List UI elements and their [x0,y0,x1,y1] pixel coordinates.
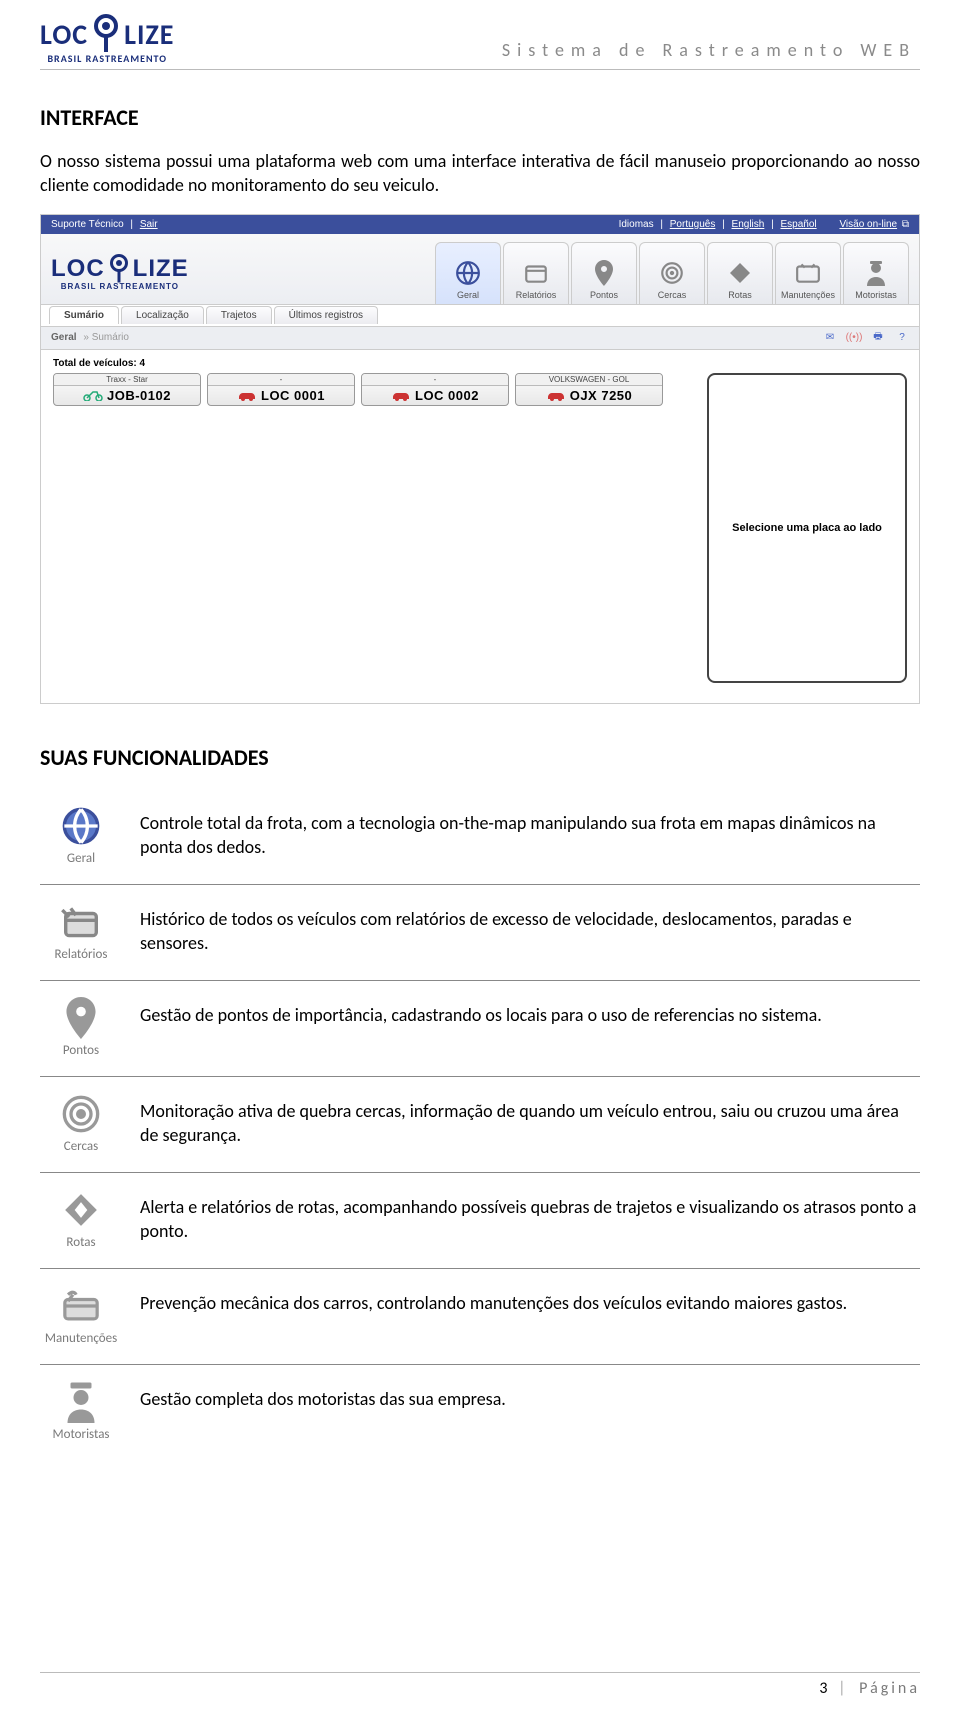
total-vehicles: Total de veículos: 4 [53,358,907,369]
report-icon [522,259,550,287]
wrench-icon [794,259,822,287]
tab-motoristas[interactable]: Motoristas [843,242,909,304]
pin-icon [107,254,131,284]
wrench-icon [60,1285,102,1327]
print-icon[interactable]: 🖶 [871,331,885,345]
header-title: Sistema de Rastreamento WEB [502,39,920,65]
diamond-icon [726,259,754,287]
tab-cercas[interactable]: Cercas [639,242,705,304]
idiomas-label: Idiomas [619,219,654,230]
tab-relatorios[interactable]: Relatórios [503,242,569,304]
car-icon [391,389,409,401]
feature-relatorios: Relatórios Histórico de todos os veículo… [40,885,920,981]
fleet-row: Traxx - Star JOB-0102 - LOC 0001 - LOC 0… [53,373,907,683]
tab-geral[interactable]: Geral [435,242,501,304]
feature-motoristas: Motoristas Gestão completa dos motorista… [40,1365,920,1460]
target-icon [658,259,686,287]
signal-icon[interactable]: ((•)) [847,331,861,345]
diamond-icon [60,1189,102,1231]
lang-pt[interactable]: Português [670,219,716,230]
car-icon [237,389,255,401]
pin-icon [90,14,122,54]
report-icon [60,901,102,943]
brand-logo: LOC LIZE BRASIL RASTREAMENTO [40,14,174,65]
subtab-sumario[interactable]: Sumário [49,306,119,324]
section-func-heading: SUAS FUNCIONALIDADES [40,744,920,771]
online-link[interactable]: Visão on-line [839,219,897,230]
app-screenshot: Suporte Técnico | Sair Idiomas | Portugu… [40,214,920,704]
feature-list: Geral Controle total da frota, com a tec… [40,789,920,1460]
vehicle-plate[interactable]: VOLKSWAGEN - GOL OJX 7250 [515,373,663,406]
lang-en[interactable]: English [732,219,765,230]
app-header: LOC LIZE BRASIL RASTREAMENTO Geral Relat… [41,234,919,304]
app-body: Total de veículos: 4 Traxx - Star JOB-01… [41,350,919,703]
logo-text-left: LOC [40,17,88,52]
feature-rotas: Rotas Alerta e relatórios de rotas, acom… [40,1173,920,1269]
tab-rotas[interactable]: Rotas [707,242,773,304]
section-interface-heading: INTERFACE [40,104,920,131]
page-footer: 3 | Página [40,1672,920,1698]
driver-icon [862,259,890,287]
car-icon [546,389,564,401]
app-logo: LOC LIZE BRASIL RASTREAMENTO [51,254,189,291]
subtab-localizacao[interactable]: Localização [121,306,204,324]
side-panel: Selecione uma placa ao lado [707,373,907,683]
tab-pontos[interactable]: Pontos [571,242,637,304]
sub-tabs: Sumário Localização Trajetos Últimos reg… [41,304,919,326]
pin-icon [590,259,618,287]
target-icon [60,1093,102,1135]
exit-link[interactable]: Sair [140,219,158,230]
help-icon[interactable]: ? [895,331,909,345]
driver-icon [60,1381,102,1423]
lang-es[interactable]: Español [781,219,817,230]
external-icon: ⧉ [902,219,909,230]
page-header: LOC LIZE BRASIL RASTREAMENTO Sistema de … [40,14,920,70]
feature-manutencoes: Manutenções Prevenção mecânica dos carro… [40,1269,920,1365]
globe-icon [60,805,102,847]
support-label: Suporte Técnico [51,219,124,230]
moto-icon [83,389,101,401]
vehicle-plate[interactable]: - LOC 0001 [207,373,355,406]
breadcrumb: Geral » Sumário ✉ ((•)) 🖶 ? [41,326,919,350]
feature-geral: Geral Controle total da frota, com a tec… [40,789,920,885]
logo-text-right: LIZE [124,17,174,52]
plates-group: Traxx - Star JOB-0102 - LOC 0001 - LOC 0… [53,373,663,406]
vehicle-plate[interactable]: Traxx - Star JOB-0102 [53,373,201,406]
subtab-ultimos[interactable]: Últimos registros [274,306,378,324]
section-interface-paragraph: O nosso sistema possui uma plataforma we… [40,149,920,198]
nav-tabs: Geral Relatórios Pontos Cercas Rotas Man… [435,242,909,304]
app-topbar: Suporte Técnico | Sair Idiomas | Portugu… [41,215,919,234]
pin-icon [60,997,102,1039]
topbar-left: Suporte Técnico | Sair [51,219,158,230]
feature-cercas: Cercas Monitoração ativa de quebra cerca… [40,1077,920,1173]
subtab-trajetos[interactable]: Trajetos [206,306,272,324]
tab-manutencoes[interactable]: Manutenções [775,242,841,304]
globe-icon [454,259,482,287]
feature-pontos: Pontos Gestão de pontos de importância, … [40,981,920,1077]
mail-icon[interactable]: ✉ [823,331,837,345]
topbar-right: Idiomas | Português | English | Español … [619,219,909,230]
vehicle-plate[interactable]: - LOC 0002 [361,373,509,406]
